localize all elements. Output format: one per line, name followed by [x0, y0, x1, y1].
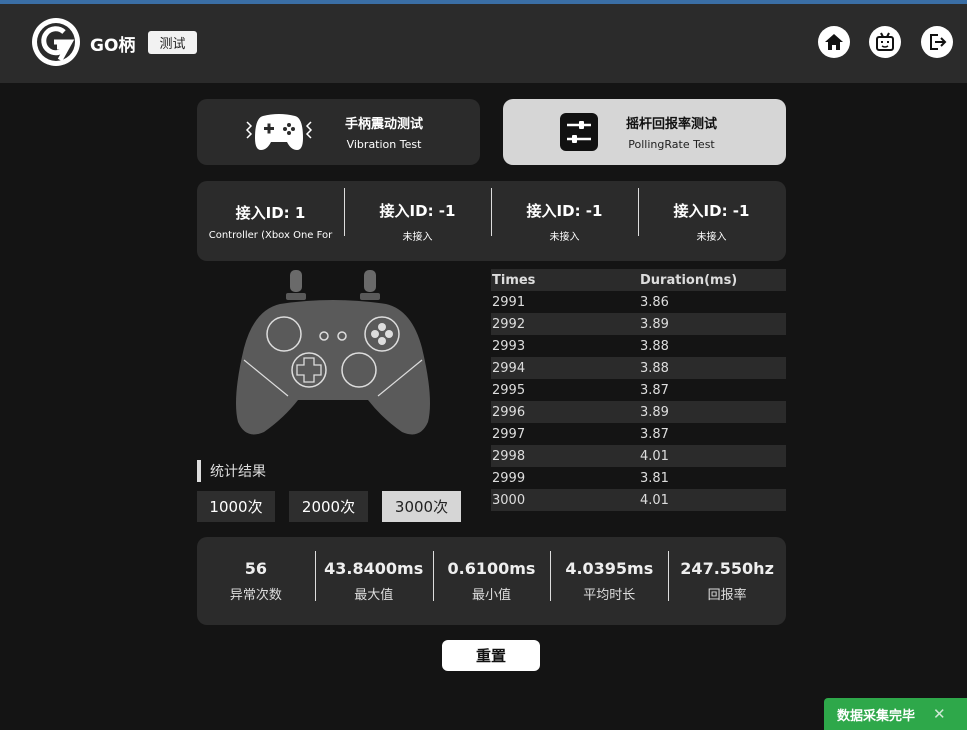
vibration-title: 手柄震动测试 [345, 117, 424, 132]
metric-polling-rate: 247.550hz 回报率 [668, 551, 786, 603]
header-times: Times [492, 272, 536, 288]
slot-status: 未接入 [402, 231, 433, 243]
gamepad-illustration [236, 270, 430, 435]
slot-status: 未接入 [549, 231, 580, 243]
cell-duration: 3.87 [640, 382, 669, 398]
cell-times: 2996 [492, 404, 526, 420]
metric-min: 0.6100ms 最小值 [432, 551, 551, 603]
cell-duration: 3.88 [640, 360, 669, 376]
cell-duration: 4.01 [640, 448, 669, 464]
table-row: 2991 3.86 [491, 291, 786, 313]
header-duration: Duration(ms) [640, 272, 738, 288]
title-bar: GO柄 测试 [0, 0, 967, 83]
gamepad-body [236, 300, 430, 435]
slot-id-label: 接入ID: 1 [235, 203, 306, 222]
metric-label: 异常次数 [229, 588, 282, 603]
polling-table: Times Duration(ms) 2991 3.86 2992 3.89 299… [491, 269, 786, 511]
close-icon[interactable]: ✕ [933, 705, 946, 723]
cell-times: 2998 [492, 448, 526, 464]
toast-message: 数据采集完毕 [837, 708, 916, 724]
cell-duration: 3.88 [640, 338, 669, 354]
count-1000-button[interactable]: 1000次 [197, 491, 275, 522]
metric-value: 4.0395ms [565, 559, 654, 578]
polling-rate-test-tab[interactable]: 摇杆回报率测试 PollingRate Test [503, 99, 786, 165]
summary-panel: 56 异常次数 43.8400ms 最大值 0.6100ms 最小值 4.039… [197, 537, 786, 625]
cell-duration: 3.89 [640, 316, 669, 332]
sliders-icon [560, 113, 598, 151]
test-tag: 测试 [148, 31, 197, 54]
home-button[interactable] [818, 26, 850, 58]
metric-abnormal-count: 56 异常次数 [197, 559, 315, 603]
table-row: 2999 3.81 [491, 467, 786, 489]
slot-id-label: 接入ID: -1 [673, 201, 750, 220]
desktop-strip [0, 0, 967, 4]
metric-value: 56 [244, 559, 268, 578]
left-trigger [290, 270, 302, 292]
slot-id-label: 接入ID: -1 [379, 201, 456, 220]
table-row: 2992 3.89 [491, 313, 786, 335]
right-bumper [360, 293, 380, 300]
table-row: 2993 3.88 [491, 335, 786, 357]
metric-value: 247.550hz [680, 559, 774, 578]
controller-slot-1[interactable]: 接入ID: 1 Controller (Xbox One For [197, 202, 344, 241]
controller-slot-2[interactable]: 接入ID: -1 未接入 [344, 187, 491, 243]
cell-duration: 3.87 [640, 426, 669, 442]
count-3000-button[interactable]: 3000次 [382, 491, 461, 522]
robot-button[interactable] [869, 26, 901, 58]
cell-times: 2994 [492, 360, 526, 376]
count-2000-button[interactable]: 2000次 [289, 491, 368, 522]
cell-times: 2991 [492, 294, 526, 310]
reset-button[interactable]: 重置 [442, 640, 540, 671]
stats-heading: 统计结果 [197, 460, 266, 482]
cell-duration: 3.86 [640, 294, 669, 310]
table-row: 2996 3.89 [491, 401, 786, 423]
table-row: 2995 3.87 [491, 379, 786, 401]
table-row: 2997 3.87 [491, 423, 786, 445]
cell-times: 3000 [492, 492, 526, 508]
cell-times: 2992 [492, 316, 526, 332]
metric-label: 最大值 [354, 588, 394, 603]
metric-value: 43.8400ms [324, 559, 424, 578]
polling-rate-subtitle: PollingRate Test [628, 138, 715, 151]
slot-status: 未接入 [696, 231, 727, 243]
cell-times: 2995 [492, 382, 526, 398]
cell-duration: 3.89 [640, 404, 669, 420]
gamepad-vibrate-icon [245, 114, 313, 150]
metric-value: 0.6100ms [447, 559, 536, 578]
polling-rate-title: 摇杆回报率测试 [626, 117, 718, 132]
slot-status: Controller (Xbox One For [208, 229, 333, 241]
metric-label: 回报率 [707, 588, 747, 603]
cell-times: 2993 [492, 338, 526, 354]
metric-max: 43.8400ms 最大值 [314, 551, 433, 603]
app-name: GO柄 [90, 36, 136, 56]
controller-slots-panel: 接入ID: 1 Controller (Xbox One For 接入ID: -… [197, 181, 786, 261]
home-icon [825, 34, 843, 50]
robot-icon [876, 32, 894, 51]
left-bumper [286, 293, 306, 300]
vibration-subtitle: Vibration Test [346, 138, 422, 151]
table-row: 3000 4.01 [491, 489, 786, 511]
logo-icon [32, 18, 80, 66]
metric-average: 4.0395ms 平均时长 [550, 551, 668, 603]
stats-title: 统计结果 [210, 464, 266, 480]
heading-accent-bar [197, 460, 201, 482]
right-trigger [364, 270, 376, 292]
controller-slot-3[interactable]: 接入ID: -1 未接入 [491, 187, 638, 243]
slot-id-label: 接入ID: -1 [526, 201, 603, 220]
vibration-test-tab[interactable]: 手柄震动测试 Vibration Test [197, 99, 480, 165]
table-row: 2998 4.01 [491, 445, 786, 467]
exit-button[interactable] [921, 26, 953, 58]
cell-duration: 4.01 [640, 492, 669, 508]
exit-icon [930, 34, 947, 50]
cell-times: 2999 [492, 470, 526, 486]
cell-times: 2997 [492, 426, 526, 442]
table-header: Times Duration(ms) [491, 269, 786, 291]
metric-label: 最小值 [471, 588, 511, 603]
controller-slot-4[interactable]: 接入ID: -1 未接入 [638, 187, 785, 243]
toast-notification: 数据采集完毕 ✕ [824, 698, 967, 730]
cell-duration: 3.81 [640, 470, 669, 486]
metric-label: 平均时长 [583, 588, 636, 603]
table-row: 2994 3.88 [491, 357, 786, 379]
